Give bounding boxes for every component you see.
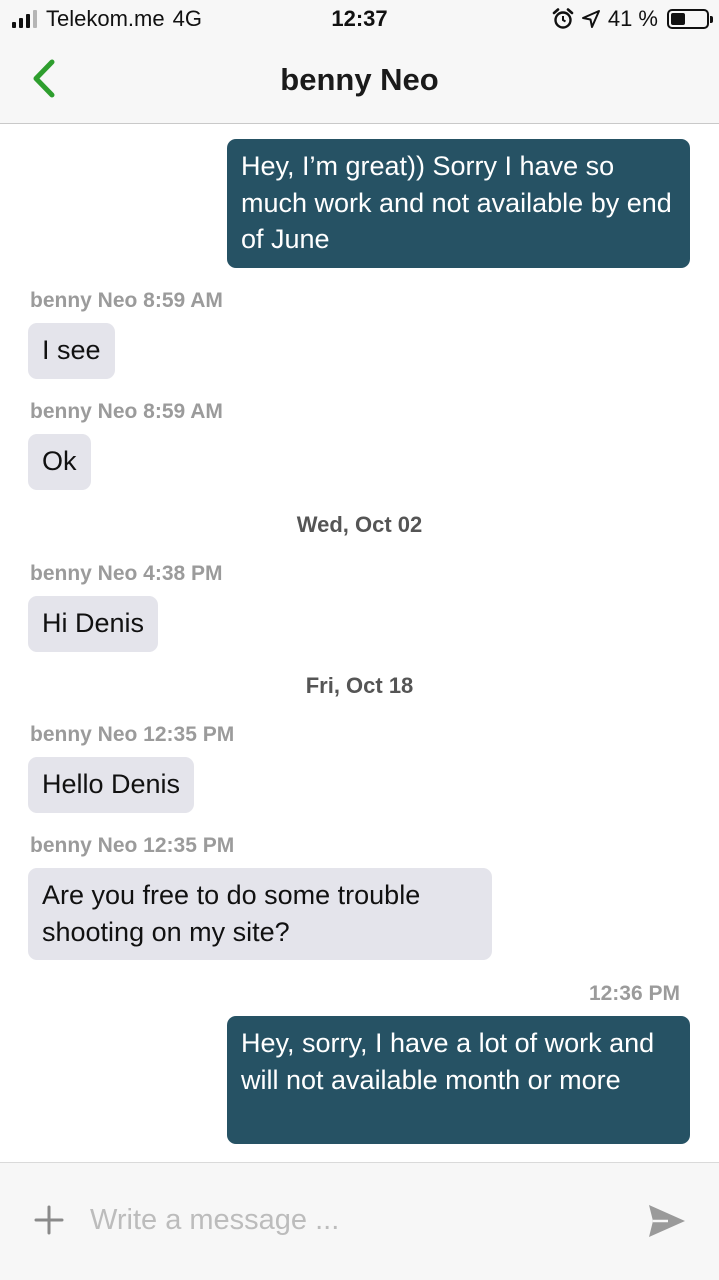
date-divider: Wed, Oct 02	[296, 512, 423, 537]
message-time: 12:36 PM	[588, 982, 680, 1005]
message-sender-time: benny Neo 4:38 PM	[30, 562, 223, 585]
message-sender-time: benny Neo 12:35 PM	[30, 723, 235, 746]
message-composer	[0, 1162, 719, 1280]
battery-nub	[710, 16, 713, 23]
battery-icon	[667, 9, 713, 29]
message-bubble-incoming[interactable]: I see	[28, 323, 115, 379]
message-sender-time: benny Neo 12:35 PM	[30, 834, 235, 857]
send-button[interactable]	[646, 1201, 688, 1241]
message-bubble-incoming[interactable]: Hello Denis	[28, 757, 195, 813]
message-bubble-incoming[interactable]: Ok	[28, 434, 91, 490]
message-bubble-outgoing[interactable]: Hey, sorry, I have a lot of work and wil…	[227, 1016, 690, 1144]
add-attachment-button[interactable]	[32, 1203, 66, 1237]
message-sender-time: benny Neo 8:59 AM	[30, 289, 223, 312]
battery-percent: 41 %	[607, 6, 658, 31]
status-right: 41 %	[552, 6, 713, 32]
status-bar: Telekom.me 4G 12:37 41 %	[0, 0, 719, 40]
message-bubble-incoming[interactable]: Are you free to do some trouble shooting…	[28, 868, 492, 960]
message-bubble-outgoing[interactable]: Hey, I’m great)) Sorry I have so much wo…	[227, 139, 690, 268]
plus-icon	[34, 1205, 64, 1235]
battery-fill	[671, 13, 685, 25]
alarm-icon	[552, 8, 574, 29]
send-icon	[649, 1205, 685, 1237]
message-input[interactable]	[90, 1193, 610, 1247]
date-divider: Fri, Oct 18	[305, 673, 414, 698]
message-list[interactable]: Hey, I’m great)) Sorry I have so much wo…	[0, 125, 719, 1162]
page-title: benny Neo	[280, 62, 439, 97]
message-bubble-incoming[interactable]: Hi Denis	[28, 596, 159, 652]
message-sender-time: benny Neo 8:59 AM	[30, 400, 223, 423]
nav-bar: benny Neo	[0, 40, 719, 124]
location-arrow-icon	[581, 10, 600, 28]
